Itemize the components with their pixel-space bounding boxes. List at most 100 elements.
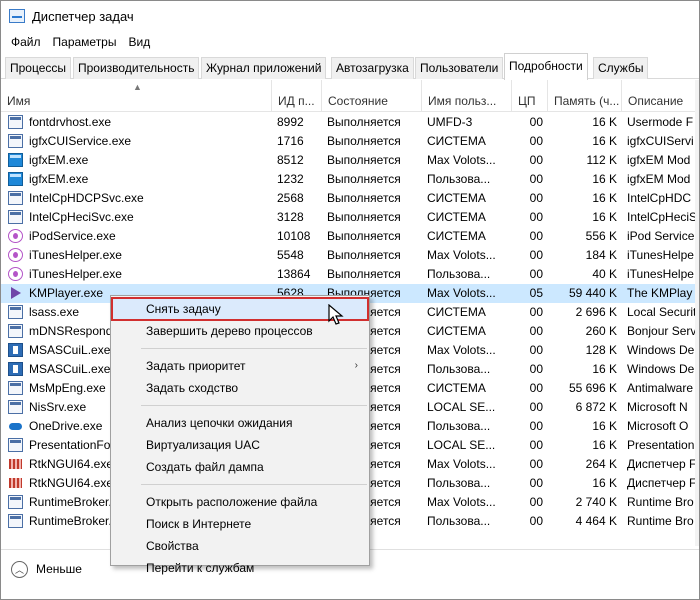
context-menu-item[interactable]: Перейти к службам <box>112 557 368 579</box>
column-header-name[interactable]: Имя <box>1 80 271 112</box>
table-row[interactable]: IntelCpHeciSvc.exe 3128 Выполняется СИСТЕМА… <box>1 208 699 227</box>
cell-name: IntelCpHeciSvc.exe <box>29 210 134 224</box>
table-header: ▲ Имя ИД п... Состояние Имя польз... ЦП … <box>1 80 699 112</box>
cell-description: Presentation <box>627 438 695 452</box>
context-menu-item[interactable]: Свойства <box>112 535 368 557</box>
cell-status: Выполняется <box>327 115 401 129</box>
column-header-description[interactable]: Описание <box>621 80 699 112</box>
fewer-details-label: Меньше <box>36 562 82 576</box>
cell-pid: 5548 <box>277 248 304 262</box>
column-header-memory[interactable]: Память (ч... <box>547 80 621 112</box>
context-menu-item[interactable]: Анализ цепочки ожидания <box>112 412 368 434</box>
cell-name: igfxCUIService.exe <box>29 134 132 148</box>
cell-cpu: 00 <box>529 191 543 205</box>
table-row[interactable]: iPodService.exe 10108 Выполняется СИСТЕМА 00… <box>1 227 699 246</box>
context-menu-item[interactable]: Задать приоритет › <box>112 355 368 377</box>
cell-pid: 2568 <box>277 191 304 205</box>
mouse-cursor-icon <box>328 304 344 325</box>
cell-status: Выполняется <box>327 248 401 262</box>
cell-status: Выполняется <box>327 267 401 281</box>
cell-user: СИСТЕМА <box>427 324 486 338</box>
cell-name: igfxEM.exe <box>29 153 89 167</box>
cell-cpu: 00 <box>529 134 543 148</box>
cell-name: IntelCpHDCPSvc.exe <box>29 191 144 205</box>
cell-cpu: 00 <box>529 419 543 433</box>
table-row[interactable]: igfxCUIService.exe 1716 Выполняется СИСТЕМА… <box>1 132 699 151</box>
column-header-pid[interactable]: ИД п... <box>271 80 321 112</box>
cell-status: Выполняется <box>327 153 401 167</box>
context-menu-item[interactable]: Создать файл дампа <box>112 456 368 478</box>
cell-cpu: 00 <box>529 153 543 167</box>
table-row[interactable]: IntelCpHDCPSvc.exe 2568 Выполняется СИСТЕМА… <box>1 189 699 208</box>
cell-cpu: 00 <box>529 514 543 528</box>
context-menu-item-label: Создать файл дампа <box>146 460 264 474</box>
cell-name: igfxEM.exe <box>29 172 89 186</box>
cell-user: Пользова... <box>427 514 491 528</box>
tab-performance[interactable]: Производительность <box>73 57 200 79</box>
cell-memory: 6 872 K <box>575 400 617 414</box>
cell-cpu: 00 <box>529 248 543 262</box>
cell-memory: 184 K <box>585 248 617 262</box>
cell-description: Runtime Bro <box>627 495 694 509</box>
tab-details[interactable]: Подробности <box>504 53 588 80</box>
cell-name: fontdrvhost.exe <box>29 115 112 129</box>
tab-services[interactable]: Службы <box>593 57 649 79</box>
table-row[interactable]: iTunesHelper.exe 5548 Выполняется Max Volot… <box>1 246 699 265</box>
cell-user: СИСТЕМА <box>427 191 486 205</box>
context-menu-item-label: Перейти к службам <box>146 561 255 575</box>
table-row[interactable]: iTunesHelper.exe 13864 Выполняется Пользова… <box>1 265 699 284</box>
cell-cpu: 00 <box>529 172 543 186</box>
cell-user: Max Volots... <box>427 495 496 509</box>
cell-description: Runtime Bro <box>627 514 694 528</box>
cell-memory: 16 K <box>592 210 617 224</box>
context-menu-item[interactable]: Задать сходство <box>112 377 368 399</box>
chevron-up-icon: ︿ <box>11 560 28 578</box>
tab-startup[interactable]: Автозагрузка <box>331 57 414 79</box>
cell-description: Диспетчер F <box>627 476 697 490</box>
cell-memory: 16 K <box>592 476 617 490</box>
cell-memory: 128 K <box>585 343 617 357</box>
cell-user: UMFD-3 <box>427 115 473 129</box>
context-menu-item-label: Поиск в Интернете <box>146 517 252 531</box>
tab-bar: Процессы Производительность Журнал прило… <box>1 53 699 80</box>
cell-description: iTunesHelpe <box>627 248 694 262</box>
cell-user: Пользова... <box>427 419 491 433</box>
column-header-cpu[interactable]: ЦП <box>511 80 547 112</box>
tab-users[interactable]: Пользователи <box>415 57 504 79</box>
column-header-user[interactable]: Имя польз... <box>421 80 511 112</box>
cell-user: Пользова... <box>427 362 491 376</box>
cell-user: СИСТЕМА <box>427 210 486 224</box>
context-menu-item-label: Открыть расположение файла <box>146 495 318 509</box>
context-menu-item-label: Задать приоритет <box>146 359 246 373</box>
scrollbar[interactable] <box>695 80 699 546</box>
context-menu-item[interactable]: Поиск в Интернете <box>112 513 368 535</box>
table-row[interactable]: igfxEM.exe 8512 Выполняется Max Volots... 00… <box>1 151 699 170</box>
tab-app-history[interactable]: Журнал приложений <box>201 57 327 79</box>
cell-user: Max Volots... <box>427 153 496 167</box>
cell-memory: 16 K <box>592 172 617 186</box>
task-manager-icon <box>9 9 25 23</box>
cell-user: LOCAL SE... <box>427 438 496 452</box>
cell-pid: 10108 <box>277 229 311 243</box>
menu-bar: Файл Параметры Вид <box>1 31 699 53</box>
tab-processes[interactable]: Процессы <box>5 57 72 79</box>
fewer-details-button[interactable]: ︿ Меньше <box>11 558 82 580</box>
table-row[interactable]: fontdrvhost.exe 8992 Выполняется UMFD-3 00 16… <box>1 113 699 132</box>
chevron-right-icon: › <box>354 360 358 371</box>
context-menu-item-label: Анализ цепочки ожидания <box>146 416 293 430</box>
column-header-status[interactable]: Состояние <box>321 80 421 112</box>
menu-view[interactable]: Вид <box>122 35 156 49</box>
context-menu-item[interactable]: Открыть расположение файла <box>112 491 368 513</box>
cell-user: Max Volots... <box>427 286 496 300</box>
cell-description: Antimalware <box>627 381 694 395</box>
menu-file[interactable]: Файл <box>5 35 47 49</box>
cell-description: igfxEM Mod <box>627 153 691 167</box>
cell-status: Выполняется <box>327 229 401 243</box>
context-menu-item[interactable]: Виртуализация UAC <box>112 434 368 456</box>
cell-cpu: 00 <box>529 476 543 490</box>
table-row[interactable]: igfxEM.exe 1232 Выполняется Пользова... 00 16… <box>1 170 699 189</box>
menu-options[interactable]: Параметры <box>47 35 123 49</box>
cell-user: СИСТЕМА <box>427 305 486 319</box>
cell-description: Local Securit <box>627 305 697 319</box>
context-menu-item-label: Виртуализация UAC <box>146 438 260 452</box>
